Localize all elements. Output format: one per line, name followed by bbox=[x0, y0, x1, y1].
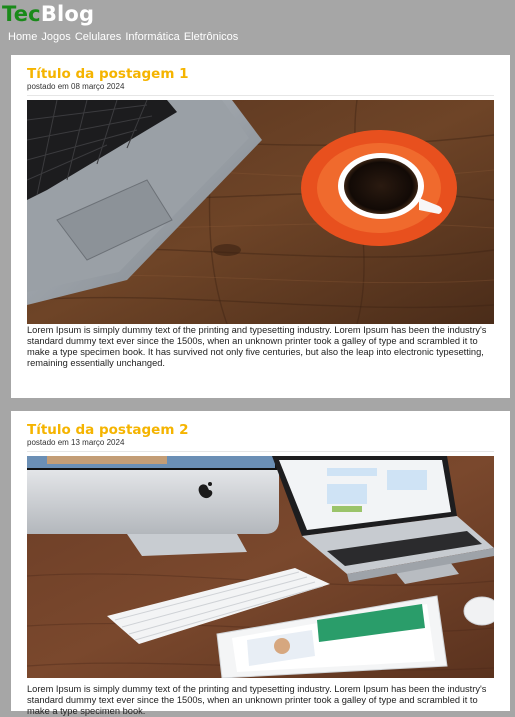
logo-tec: Tec bbox=[2, 2, 41, 26]
logo-blog: Blog bbox=[40, 2, 95, 26]
site-header: TecBlog Home Jogos Celulares Informática… bbox=[0, 0, 515, 52]
main-nav: Home Jogos Celulares Informática Eletrôn… bbox=[8, 30, 239, 44]
post-card: Título da postagem 1 postado em 08 março… bbox=[11, 55, 510, 398]
post-card: Título da postagem 2 postado em 13 março… bbox=[11, 411, 510, 716]
post-body: Lorem Ipsum is simply dummy text of the … bbox=[27, 325, 487, 368]
nav-item-home[interactable]: Home bbox=[8, 31, 37, 43]
post-divider bbox=[27, 451, 494, 452]
post-date: postado em 13 março 2024 bbox=[27, 438, 125, 447]
nav-item-eletronicos[interactable]: Eletrônicos bbox=[184, 31, 238, 43]
desk-devices-photo bbox=[27, 456, 494, 678]
site-logo[interactable]: TecBlog bbox=[2, 1, 94, 27]
nav-item-informatica[interactable]: Informática bbox=[125, 31, 179, 43]
post-date: postado em 08 março 2024 bbox=[27, 82, 125, 91]
post-title[interactable]: Título da postagem 1 bbox=[27, 66, 189, 82]
nav-item-celulares[interactable]: Celulares bbox=[75, 31, 121, 43]
post-divider bbox=[27, 95, 494, 96]
nav-item-jogos[interactable]: Jogos bbox=[41, 31, 70, 43]
post-title[interactable]: Título da postagem 2 bbox=[27, 422, 189, 438]
post-body: Lorem Ipsum is simply dummy text of the … bbox=[27, 684, 487, 716]
laptop-and-coffee-photo bbox=[27, 100, 494, 324]
